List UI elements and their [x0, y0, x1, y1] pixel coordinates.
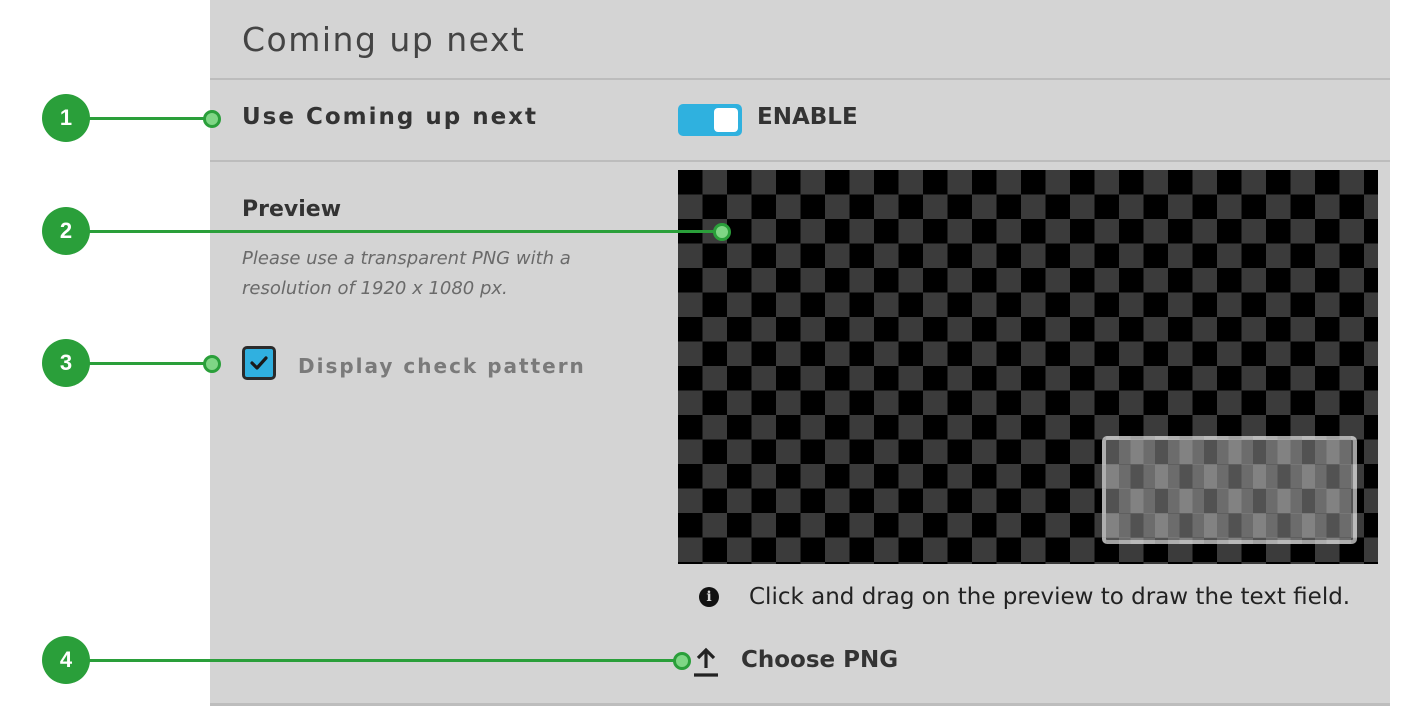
callout-badge-2: 2 [42, 207, 90, 255]
setting-label: Use Coming up next [242, 104, 538, 130]
callout-line [66, 659, 682, 662]
callout-badge-4: 4 [42, 636, 90, 684]
preview-label: Preview [242, 197, 342, 222]
upload-icon [694, 647, 718, 677]
callout-badge-1: 1 [42, 94, 90, 142]
divider [210, 78, 1390, 80]
toggle-knob [714, 108, 738, 132]
info-text: Click and drag on the preview to draw th… [749, 584, 1351, 610]
callout-dot [203, 110, 221, 128]
toggle-label: ENABLE [757, 104, 858, 130]
settings-panel: Coming up next Use Coming up next ENABLE… [210, 0, 1390, 706]
info-icon: i [699, 587, 719, 607]
callout-dot [713, 223, 731, 241]
divider [210, 160, 1390, 162]
panel-title: Coming up next [242, 20, 526, 59]
preview-hint: Please use a transparent PNG with a reso… [242, 248, 571, 299]
callout-dot [673, 652, 691, 670]
text-field-region[interactable] [1102, 436, 1357, 544]
display-check-pattern-checkbox[interactable] [242, 346, 276, 380]
callout-line [66, 230, 722, 233]
enable-toggle[interactable] [678, 104, 742, 136]
callout-dot [203, 355, 221, 373]
callout-badge-3: 3 [42, 339, 90, 387]
check-icon [250, 356, 268, 370]
preview-canvas[interactable] [678, 170, 1378, 564]
checkbox-label[interactable]: Display check pattern [298, 354, 586, 378]
choose-png-label: Choose PNG [741, 647, 899, 673]
